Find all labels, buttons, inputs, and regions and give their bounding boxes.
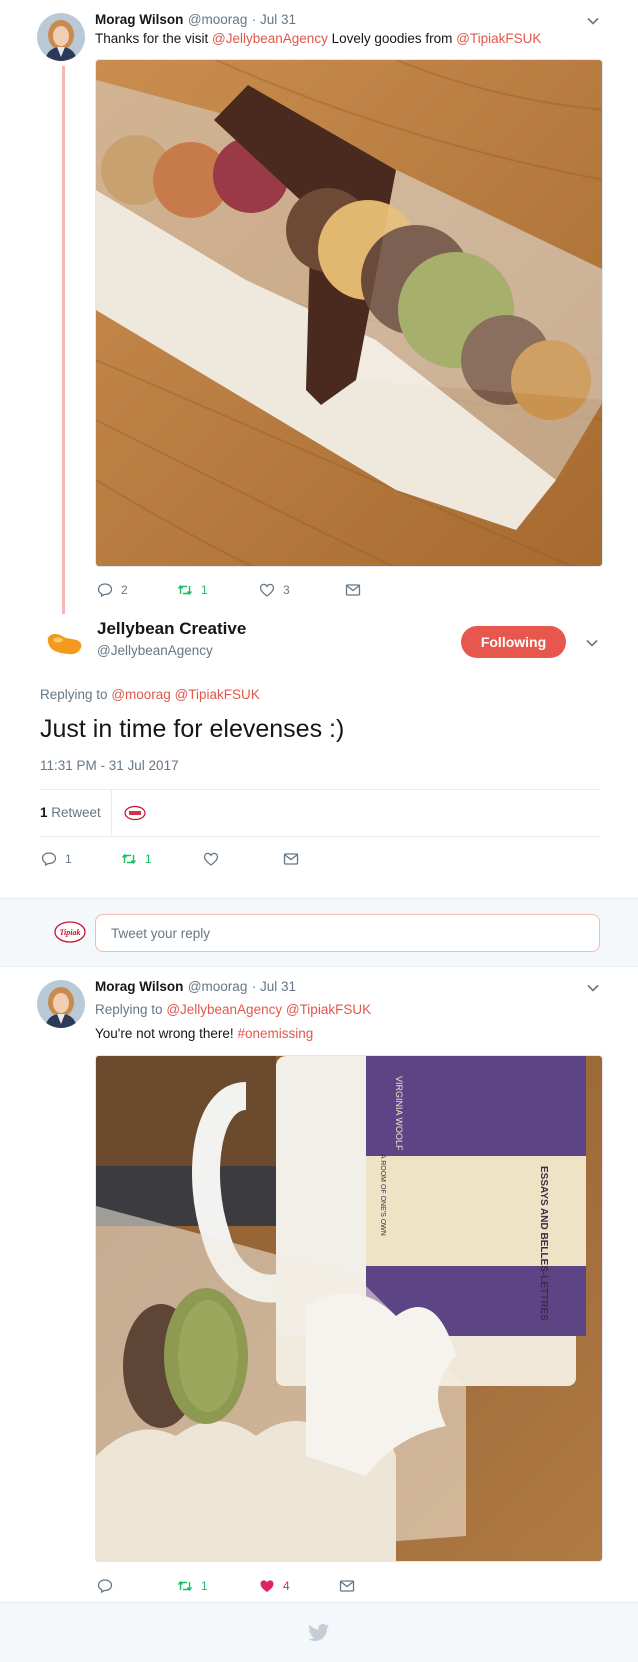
like-count: 3 <box>283 583 290 597</box>
heart-filled-icon <box>260 1580 274 1592</box>
thread-line <box>62 66 65 614</box>
mug-print-essays: ESSAYS AND BELLES-LETTRES <box>538 1166 549 1321</box>
mention-jellybean[interactable]: @JellybeanAgency <box>212 31 328 46</box>
direct-message-button[interactable] <box>283 851 299 867</box>
mug-print-title: A ROOM OF ONE'S OWN <box>379 1154 386 1236</box>
mention-tipiak[interactable]: @TipiakFSUK <box>456 31 541 46</box>
tweet-date[interactable]: · Jul 31 <box>252 979 296 994</box>
mention-jellybean[interactable]: @JellybeanAgency <box>166 1002 282 1017</box>
tweet-date[interactable]: · Jul 31 <box>252 12 296 27</box>
reply-icon <box>97 583 113 598</box>
tweet-photo-macarons-box[interactable] <box>95 59 603 567</box>
direct-message-button[interactable] <box>339 1578 355 1594</box>
twitter-bird-icon <box>308 1623 330 1643</box>
composer-avatar-tipiak: Tipiak <box>54 919 86 945</box>
reply-button[interactable]: 2 <box>97 582 177 598</box>
author-name[interactable]: Morag Wilson <box>95 12 183 27</box>
envelope-icon <box>283 853 299 865</box>
retweeter-avatar-tipiak[interactable] <box>124 802 146 824</box>
like-button[interactable] <box>203 851 283 867</box>
like-button[interactable]: 3 <box>259 582 345 598</box>
divider <box>40 836 600 837</box>
tipiak-logo-text: Tipiak <box>59 928 80 937</box>
reply-composer: Tipiak Tweet your reply <box>0 898 638 967</box>
retweet-count: 1 <box>145 852 152 866</box>
retweet-count: 1 <box>201 583 208 597</box>
avatar-jellybean[interactable] <box>40 620 88 668</box>
retweet-button[interactable]: 1 <box>121 851 203 867</box>
thread-footer <box>0 1602 638 1662</box>
hashtag-onemissing[interactable]: #onemissing <box>237 1026 313 1041</box>
tweet-timestamp[interactable]: 11:31 PM - 31 Jul 2017 <box>40 758 179 773</box>
direct-message-button[interactable] <box>345 582 361 598</box>
avatar-morag[interactable] <box>37 980 85 1028</box>
heart-icon <box>203 852 219 866</box>
author-handle[interactable]: @JellybeanAgency <box>97 643 246 658</box>
reply-input[interactable]: Tweet your reply <box>95 914 600 952</box>
mention-tipiak[interactable]: @TipiakFSUK <box>175 687 260 702</box>
reply-count: 2 <box>121 583 128 597</box>
mug-print-author: VIRGINIA WOOLF <box>394 1076 404 1151</box>
retweet-icon <box>177 1580 193 1592</box>
retweet-stat-count: 1 <box>40 805 48 820</box>
retweet-button[interactable]: 1 <box>177 1578 259 1594</box>
tweet-photo-mug-and-macarons[interactable]: VIRGINIA WOOLF A ROOM OF ONE'S OWN ESSAY… <box>95 1055 603 1562</box>
replying-to: Replying to @JellybeanAgency @TipiakFSUK <box>95 1002 372 1017</box>
chevron-down-icon[interactable] <box>586 14 600 33</box>
stat-separator <box>111 789 112 836</box>
reply-input-placeholder: Tweet your reply <box>111 926 211 941</box>
following-button[interactable]: Following <box>461 626 566 658</box>
divider <box>40 789 600 790</box>
reply-button[interactable] <box>97 1578 177 1594</box>
like-button[interactable]: 4 <box>259 1578 339 1594</box>
chevron-down-icon[interactable] <box>586 981 600 1000</box>
chevron-down-icon[interactable] <box>585 636 599 655</box>
retweet-stat-label: Retweet <box>51 805 101 820</box>
like-count: 4 <box>283 1579 290 1593</box>
retweet-stats[interactable]: 1 Retweet <box>40 805 101 820</box>
mention-tipiak[interactable]: @TipiakFSUK <box>286 1002 371 1017</box>
mention-moorag[interactable]: @moorag <box>111 687 170 702</box>
envelope-icon <box>345 584 361 596</box>
author-name[interactable]: Morag Wilson <box>95 979 183 994</box>
tweet-text: You're not wrong there! #onemissing <box>95 1026 314 1041</box>
author-handle[interactable]: @moorag <box>188 979 247 994</box>
retweet-count: 1 <box>201 1579 208 1593</box>
retweet-icon <box>177 584 193 596</box>
author-handle[interactable]: @moorag <box>188 12 247 27</box>
tweet-text: Thanks for the visit @JellybeanAgency Lo… <box>95 31 542 46</box>
replying-to: Replying to @moorag @TipiakFSUK <box>40 687 260 702</box>
reply-button[interactable]: 1 <box>41 851 121 867</box>
retweet-button[interactable]: 1 <box>177 582 259 598</box>
heart-icon <box>259 583 275 597</box>
reply-icon <box>97 1579 113 1594</box>
author-name[interactable]: Jellybean Creative <box>97 619 246 639</box>
retweet-icon <box>121 853 137 865</box>
tweet-text: Just in time for elevenses :) <box>40 715 345 743</box>
avatar-morag[interactable] <box>37 13 85 61</box>
reply-icon <box>41 852 57 867</box>
reply-count: 1 <box>65 852 72 866</box>
envelope-icon <box>339 1580 355 1592</box>
